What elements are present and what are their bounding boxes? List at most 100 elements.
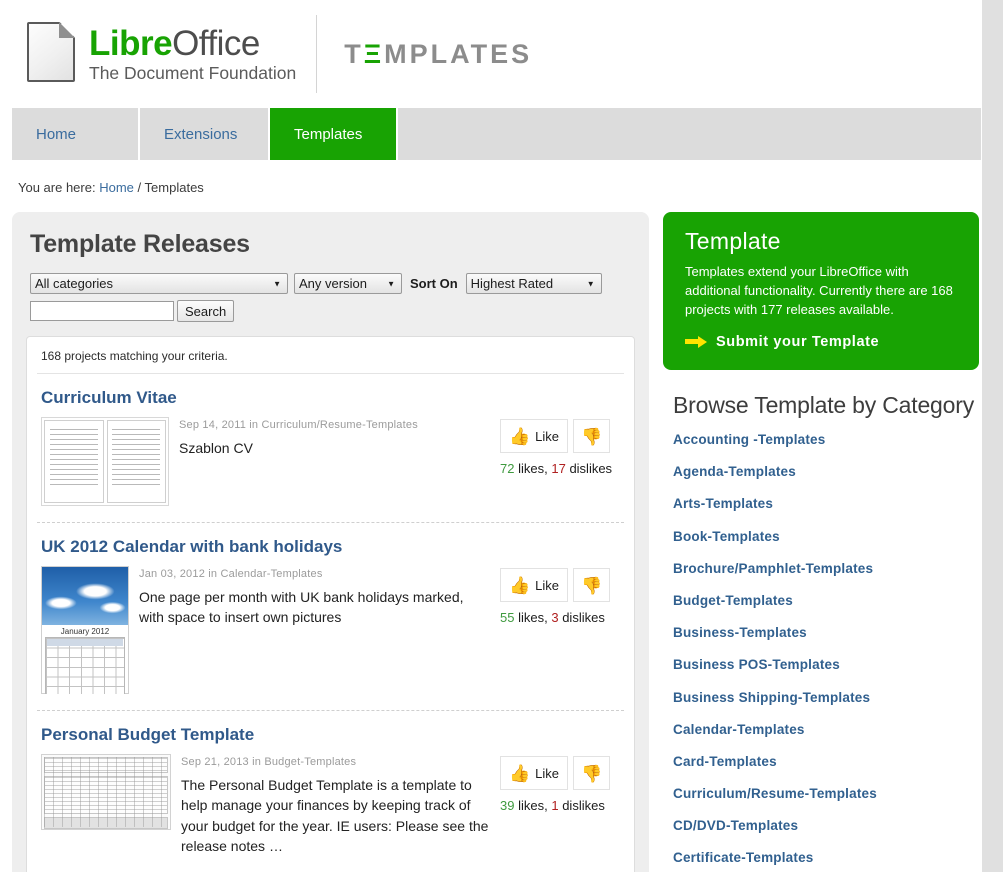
list-item: Business POS-Templates bbox=[673, 656, 979, 674]
thumbs-down-icon: 👍 bbox=[581, 577, 602, 594]
result-title-link[interactable]: UK 2012 Calendar with bank holidays bbox=[41, 537, 620, 557]
breadcrumb-prefix: You are here: bbox=[18, 180, 96, 195]
like-button-label: Like bbox=[535, 578, 559, 593]
list-item: Budget-Templates bbox=[673, 592, 979, 610]
nav-tab-extensions[interactable]: Extensions bbox=[140, 108, 270, 160]
dislike-button[interactable]: 👍 bbox=[573, 419, 610, 453]
likes-word: likes, bbox=[518, 461, 548, 476]
list-item: CD/DVD-Templates bbox=[673, 817, 979, 835]
vote-counts: 39 likes, 1 dislikes bbox=[500, 798, 620, 813]
vertical-scrollbar[interactable] bbox=[981, 0, 1003, 872]
result-meta: Sep 14, 2011 in Curriculum/Resume-Templa… bbox=[179, 419, 490, 431]
like-button-label: Like bbox=[535, 766, 559, 781]
dislike-button[interactable]: 👍 bbox=[573, 756, 610, 790]
category-link-business-pos[interactable]: Business POS-Templates bbox=[673, 657, 840, 672]
result-title-link[interactable]: Curriculum Vitae bbox=[41, 388, 620, 408]
category-link-budget[interactable]: Budget-Templates bbox=[673, 593, 793, 608]
search-button[interactable]: Search bbox=[177, 300, 234, 322]
category-list: Accounting -Templates Agenda-Templates A… bbox=[663, 431, 979, 872]
category-link-book[interactable]: Book-Templates bbox=[673, 529, 780, 544]
cv-page-right bbox=[107, 420, 167, 503]
result-votes: 👍 Like 👍 55 likes, bbox=[500, 566, 620, 694]
results-count: 168 projects matching your criteria. bbox=[37, 337, 624, 374]
search-row: Search bbox=[30, 300, 631, 336]
like-button[interactable]: 👍 Like bbox=[500, 568, 568, 602]
like-button[interactable]: 👍 Like bbox=[500, 756, 568, 790]
category-link-certificate[interactable]: Certificate-Templates bbox=[673, 850, 814, 865]
like-button[interactable]: 👍 Like bbox=[500, 419, 568, 453]
search-input[interactable] bbox=[30, 301, 174, 321]
content-columns: Template Releases All categories Any ver… bbox=[0, 212, 981, 872]
thumbs-down-icon: 👍 bbox=[581, 428, 602, 445]
version-select[interactable]: Any version bbox=[294, 273, 402, 294]
submit-your-template-link[interactable]: Submit your Template bbox=[685, 334, 959, 350]
category-link-agenda[interactable]: Agenda-Templates bbox=[673, 464, 796, 479]
category-link-brochure-pamphlet[interactable]: Brochure/Pamphlet-Templates bbox=[673, 561, 873, 576]
category-link-curriculum-resume[interactable]: Curriculum/Resume-Templates bbox=[673, 786, 877, 801]
promo-title: Template bbox=[685, 228, 959, 255]
result-meta: Sep 21, 2013 in Budget-Templates bbox=[181, 756, 490, 768]
category-link-accounting[interactable]: Accounting -Templates bbox=[673, 432, 825, 447]
vote-buttons: 👍 Like 👍 bbox=[500, 419, 620, 453]
category-link-business-shipping[interactable]: Business Shipping-Templates bbox=[673, 690, 870, 705]
list-item: Curriculum/Resume-Templates bbox=[673, 785, 979, 803]
result-title-link[interactable]: Personal Budget Template bbox=[41, 725, 620, 745]
libreoffice-wordmark[interactable]: LibreOffice The Document Foundation bbox=[89, 26, 296, 83]
likes-word: likes, bbox=[518, 798, 548, 813]
header-divider bbox=[316, 15, 317, 93]
cv-page-left bbox=[44, 420, 104, 503]
page-title: Template Releases bbox=[30, 230, 631, 259]
category-link-business[interactable]: Business-Templates bbox=[673, 625, 807, 640]
dislike-button[interactable]: 👍 bbox=[573, 568, 610, 602]
browse-by-category-title: Browse Template by Category bbox=[673, 392, 979, 419]
list-item: Certificate-Templates bbox=[673, 849, 979, 867]
result-body: Sep 21, 2013 in Budget-Templates The Per… bbox=[41, 754, 620, 856]
category-link-cd-dvd[interactable]: CD/DVD-Templates bbox=[673, 818, 798, 833]
thumbs-up-icon: 👍 bbox=[509, 428, 530, 445]
list-item: Accounting -Templates bbox=[673, 431, 979, 449]
dislike-count: 17 bbox=[551, 461, 565, 476]
libreoffice-document-logo-icon[interactable] bbox=[27, 22, 75, 82]
dislikes-word: dislikes bbox=[562, 798, 605, 813]
result-description: The Personal Budget Template is a templa… bbox=[181, 775, 490, 856]
category-link-arts[interactable]: Arts-Templates bbox=[673, 496, 773, 511]
thumbs-down-icon: 👍 bbox=[581, 765, 602, 782]
logo-name: LibreOffice bbox=[89, 26, 296, 61]
result-item: UK 2012 Calendar with bank holidays Janu… bbox=[37, 523, 624, 711]
nav-tab-templates[interactable]: Templates bbox=[270, 108, 398, 160]
result-thumbnail[interactable] bbox=[41, 754, 171, 856]
dislike-count: 1 bbox=[551, 798, 558, 813]
thumbs-up-icon: 👍 bbox=[509, 765, 530, 782]
category-link-card[interactable]: Card-Templates bbox=[673, 754, 777, 769]
like-count: 55 bbox=[500, 610, 514, 625]
sort-select[interactable]: Highest Rated bbox=[466, 273, 602, 294]
logo-tagline: The Document Foundation bbox=[89, 65, 296, 83]
nav-tab-home[interactable]: Home bbox=[12, 108, 140, 160]
dislikes-word: dislikes bbox=[569, 461, 612, 476]
list-item: Business Shipping-Templates bbox=[673, 689, 979, 707]
list-item: Calendar-Templates bbox=[673, 721, 979, 739]
section-word-green-bar: Ξ bbox=[364, 39, 384, 69]
category-select[interactable]: All categories bbox=[30, 273, 288, 294]
result-thumbnail[interactable]: January 2012 bbox=[41, 566, 129, 694]
vote-counts: 55 likes, 3 dislikes bbox=[500, 610, 620, 625]
result-text: Sep 14, 2011 in Curriculum/Resume-Templa… bbox=[179, 417, 490, 506]
result-item: Curriculum Vitae Sep 14, 2011 in Curricu… bbox=[37, 374, 624, 523]
list-item: Agenda-Templates bbox=[673, 463, 979, 481]
calendar-thumbnail-icon: January 2012 bbox=[41, 566, 129, 694]
result-thumbnail[interactable] bbox=[41, 417, 169, 506]
result-body: January 2012 Jan 03, 2012 in Calendar-Te… bbox=[41, 566, 620, 694]
submit-your-template-label: Submit your Template bbox=[716, 334, 879, 350]
result-text: Sep 21, 2013 in Budget-Templates The Per… bbox=[181, 754, 490, 856]
section-wordmark-templates: TΞMPLATES bbox=[344, 39, 532, 70]
nav-tab-home-label: Home bbox=[36, 126, 76, 143]
nav-tab-templates-label: Templates bbox=[294, 126, 362, 143]
breadcrumb-link-home[interactable]: Home bbox=[99, 180, 134, 195]
section-word-lead: T bbox=[344, 39, 364, 69]
result-item: Personal Budget Template bbox=[37, 711, 624, 872]
category-link-calendar[interactable]: Calendar-Templates bbox=[673, 722, 805, 737]
main-column: Template Releases All categories Any ver… bbox=[12, 212, 649, 872]
promo-text: Templates extend your LibreOffice with a… bbox=[685, 263, 959, 320]
result-body: Sep 14, 2011 in Curriculum/Resume-Templa… bbox=[41, 417, 620, 506]
like-button-label: Like bbox=[535, 429, 559, 444]
